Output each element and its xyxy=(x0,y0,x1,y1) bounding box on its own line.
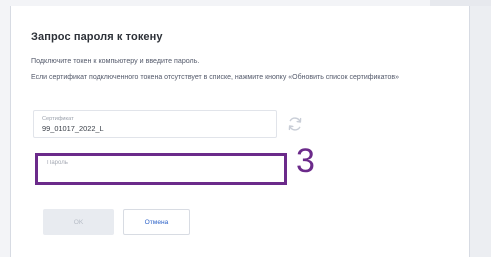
step-number-annotation: 3 xyxy=(296,142,315,180)
dialog-note: Если сертификат подключенного токена отс… xyxy=(31,74,399,81)
certificate-label: Сертификат xyxy=(42,116,74,122)
certificate-select[interactable]: Сертификат 99_01017_2022_L xyxy=(33,110,277,138)
password-input[interactable] xyxy=(38,156,284,182)
refresh-certificates-button[interactable] xyxy=(287,116,303,132)
certificate-value: 99_01017_2022_L xyxy=(42,124,104,133)
dialog-instruction: Подключите токен к компьютеру и введите … xyxy=(31,57,200,65)
cancel-button[interactable]: Отмена xyxy=(123,209,190,235)
background-panel-right xyxy=(470,6,491,257)
screen: Запрос пароля к токену Подключите токен … xyxy=(0,0,491,257)
refresh-icon xyxy=(287,116,303,132)
dialog-title: Запрос пароля к токену xyxy=(31,31,163,43)
password-field-highlighted[interactable] xyxy=(35,153,287,185)
token-password-dialog: Запрос пароля к токену Подключите токен … xyxy=(10,6,470,257)
ok-button[interactable]: OK xyxy=(43,209,114,235)
